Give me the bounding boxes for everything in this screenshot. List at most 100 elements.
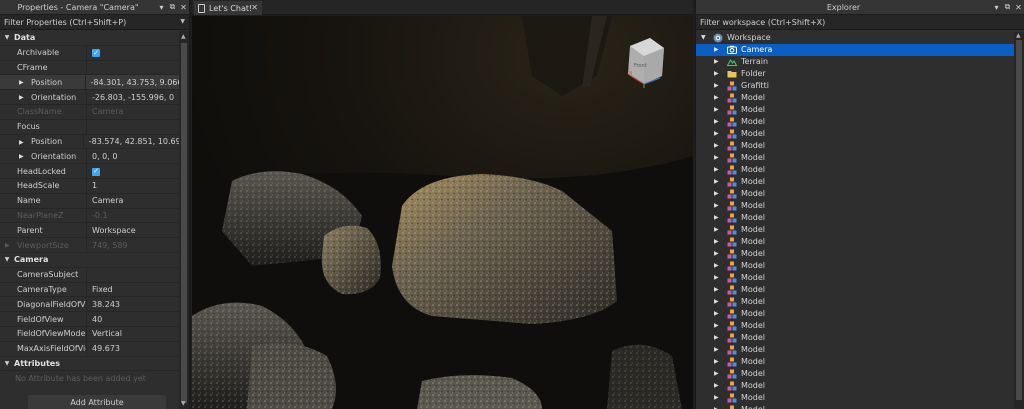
scroll-up-icon[interactable]: ▲: [181, 33, 186, 40]
expand-icon[interactable]: ▶: [714, 118, 719, 125]
section-camera[interactable]: ▼ Camera: [0, 252, 180, 268]
checkbox-checked[interactable]: ✓: [92, 49, 100, 58]
tree-item-camera[interactable]: ▶ Camera: [696, 44, 1015, 56]
tree-item-model[interactable]: ▶Model: [696, 224, 1015, 236]
property-position[interactable]: ▶ Position -84.301, 43.753, 9.066: [0, 75, 180, 91]
tree-item-model[interactable]: ▶Model: [696, 284, 1015, 296]
scrollbar-thumb[interactable]: [181, 43, 187, 403]
tree-item-model[interactable]: ▶Model: [696, 236, 1015, 248]
tree-item-model[interactable]: ▶Model: [696, 320, 1015, 332]
expand-icon[interactable]: ▶: [714, 226, 719, 233]
expand-icon[interactable]: ▶: [714, 250, 719, 257]
property-archivable[interactable]: Archivable ✓: [0, 45, 180, 61]
expand-icon[interactable]: ▶: [714, 274, 719, 281]
expand-icon[interactable]: ▶: [714, 178, 719, 185]
property-value[interactable]: Vertical: [87, 329, 122, 338]
expand-icon[interactable]: ▶: [714, 58, 719, 65]
property-cframe[interactable]: CFrame: [0, 60, 180, 76]
property-fovmode[interactable]: FieldOfViewMode Vertical: [0, 326, 180, 342]
tree-item-model[interactable]: ▶Model: [696, 140, 1015, 152]
collapse-icon[interactable]: ▼: [0, 34, 14, 41]
expand-icon[interactable]: ▶: [19, 94, 24, 101]
dropdown-icon[interactable]: ▾: [991, 3, 1002, 12]
tree-item-model[interactable]: ▶Model: [696, 104, 1015, 116]
expand-icon[interactable]: ▶: [714, 46, 719, 53]
property-headscale[interactable]: HeadScale 1: [0, 178, 180, 194]
property-name-field[interactable]: Name Camera: [0, 193, 180, 209]
tree-item-model[interactable]: ▶Model: [696, 200, 1015, 212]
scroll-up-icon[interactable]: ▲: [1016, 32, 1021, 39]
expand-icon[interactable]: ▶: [714, 214, 719, 221]
collapse-icon[interactable]: ▼: [701, 34, 706, 41]
expand-icon[interactable]: ▶: [714, 106, 719, 113]
collapse-icon[interactable]: ▼: [0, 256, 14, 263]
property-parent[interactable]: Parent Workspace: [0, 223, 180, 239]
tree-item-model[interactable]: ▶Model: [696, 404, 1015, 409]
section-attributes[interactable]: ▼ Attributes: [0, 356, 180, 372]
property-value[interactable]: -26.803, -155.996, 0: [87, 93, 174, 102]
expand-icon[interactable]: ▶: [714, 238, 719, 245]
dropdown-icon[interactable]: ▾: [156, 3, 167, 12]
tree-item-model[interactable]: ▶Model: [696, 344, 1015, 356]
explorer-filter-input[interactable]: Filter workspace (Ctrl+Shift+X): [696, 15, 1024, 30]
expand-icon[interactable]: ▶: [714, 154, 719, 161]
property-value[interactable]: 1: [87, 181, 97, 190]
scroll-down-icon[interactable]: ▼: [181, 400, 186, 407]
scrollbar-thumb[interactable]: [1016, 40, 1022, 400]
expand-icon[interactable]: ▶: [714, 166, 719, 173]
property-value[interactable]: 49.673: [87, 344, 120, 353]
tree-item-model[interactable]: ▶Model: [696, 308, 1015, 320]
collapse-icon[interactable]: ▼: [0, 360, 14, 367]
expand-icon[interactable]: ▶: [714, 298, 719, 305]
expand-icon[interactable]: ▶: [714, 334, 719, 341]
property-focus[interactable]: Focus: [0, 119, 180, 135]
expand-icon[interactable]: ▶: [714, 382, 719, 389]
property-diagonalfov[interactable]: DiagonalFieldOfView 38.243: [0, 297, 180, 313]
property-orientation[interactable]: ▶ Orientation -26.803, -155.996, 0: [0, 90, 180, 105]
expand-icon[interactable]: ▶: [714, 322, 719, 329]
close-icon[interactable]: ✕: [1013, 3, 1024, 12]
expand-icon[interactable]: ▶: [714, 142, 719, 149]
close-tab-icon[interactable]: ✕: [251, 3, 258, 12]
expand-icon[interactable]: ▶: [714, 358, 719, 365]
property-value[interactable]: Camera: [87, 196, 123, 205]
property-value[interactable]: Workspace: [87, 226, 136, 235]
explorer-scrollbar[interactable]: ▲: [1014, 32, 1024, 409]
tree-item-workspace[interactable]: ▼ Workspace: [696, 32, 1015, 44]
properties-scrollbar[interactable]: ▲ ▼: [179, 31, 189, 409]
add-attribute-button[interactable]: Add Attribute: [28, 395, 166, 409]
tree-item-model[interactable]: ▶Model: [696, 116, 1015, 128]
tree-item-model[interactable]: ▶Model: [696, 380, 1015, 392]
expand-icon[interactable]: ▶: [19, 139, 24, 146]
property-value[interactable]: 40: [87, 315, 102, 324]
property-maxaxisfov[interactable]: MaxAxisFieldOfView 49.673: [0, 341, 180, 357]
expand-icon[interactable]: ▶: [714, 286, 719, 293]
expand-icon[interactable]: ▶: [714, 82, 719, 89]
tree-item-model[interactable]: ▶Model: [696, 248, 1015, 260]
tree-item-model[interactable]: ▶Model: [696, 272, 1015, 284]
tree-item-model[interactable]: ▶Model: [696, 128, 1015, 140]
property-camerasubject[interactable]: CameraSubject: [0, 267, 180, 283]
property-focus-position[interactable]: ▶ Position -83.574, 42.851, 10.697: [0, 134, 180, 150]
expand-icon[interactable]: ▶: [714, 394, 719, 401]
expand-icon[interactable]: ▶: [19, 79, 24, 86]
tree-item-folder[interactable]: ▶ Folder: [696, 68, 1015, 80]
checkbox-checked[interactable]: ✓: [92, 167, 100, 176]
property-value[interactable]: -83.574, 42.851, 10.697: [84, 137, 180, 146]
expand-icon[interactable]: ▶: [714, 130, 719, 137]
expand-icon[interactable]: ▶: [714, 370, 719, 377]
tree-item-model[interactable]: ▶Model: [696, 296, 1015, 308]
expand-icon[interactable]: ▶: [714, 94, 719, 101]
property-value[interactable]: 0, 0, 0: [87, 152, 117, 161]
tree-item-model[interactable]: ▶Model: [696, 188, 1015, 200]
3d-viewport[interactable]: X Front: [192, 16, 693, 409]
section-data[interactable]: ▼ Data: [0, 31, 180, 46]
chevron-down-icon[interactable]: ▼: [180, 18, 185, 25]
property-cameratype[interactable]: CameraType Fixed: [0, 282, 180, 298]
tree-item-model[interactable]: ▶Model: [696, 152, 1015, 164]
tree-item-model[interactable]: ▶Model: [696, 332, 1015, 344]
tree-item-terrain[interactable]: ▶ Terrain: [696, 56, 1015, 68]
tree-item-model[interactable]: ▶Model: [696, 392, 1015, 404]
expand-icon[interactable]: ▶: [714, 262, 719, 269]
undock-icon[interactable]: ⧉: [1002, 2, 1013, 12]
